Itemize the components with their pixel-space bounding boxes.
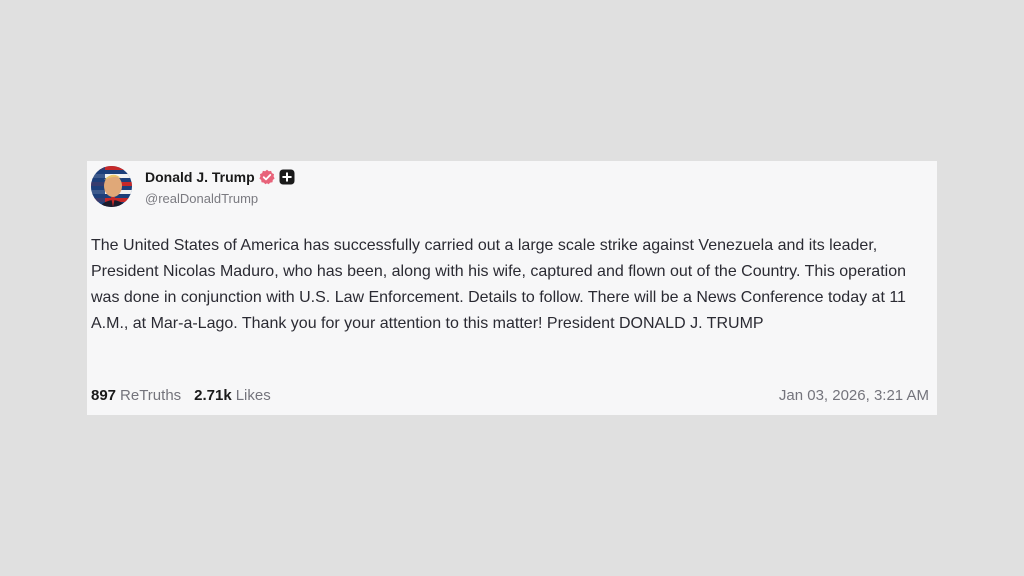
verified-check-icon bbox=[259, 169, 275, 185]
author-row: Donald J. Trump bbox=[145, 168, 295, 186]
likes-stat[interactable]: 2.71k Likes bbox=[194, 387, 271, 404]
author-display-name[interactable]: Donald J. Trump bbox=[145, 169, 255, 185]
likes-count: 2.71k bbox=[194, 386, 232, 404]
post-timestamp[interactable]: Jan 03, 2026, 3:21 AM bbox=[779, 387, 929, 404]
profile-avatar[interactable] bbox=[91, 166, 132, 207]
post-card: Donald J. Trump @realDonaldTrump The Uni… bbox=[87, 161, 937, 415]
retruths-count: 897 bbox=[91, 386, 117, 404]
retruths-label: ReTruths bbox=[120, 386, 182, 404]
post-body-text: The United States of America has success… bbox=[91, 237, 906, 332]
likes-label: Likes bbox=[235, 386, 271, 404]
retruths-stat[interactable]: 897 ReTruths bbox=[91, 387, 181, 404]
plus-badge-icon bbox=[279, 169, 295, 185]
page-background: Donald J. Trump @realDonaldTrump The Uni… bbox=[0, 0, 1024, 576]
author-block: Donald J. Trump @realDonaldTrump bbox=[145, 168, 295, 206]
post-meta-row: 897 ReTruths 2.71k Likes Jan 03, 2026, 3… bbox=[91, 385, 929, 405]
author-handle[interactable]: @realDonaldTrump bbox=[145, 191, 295, 206]
